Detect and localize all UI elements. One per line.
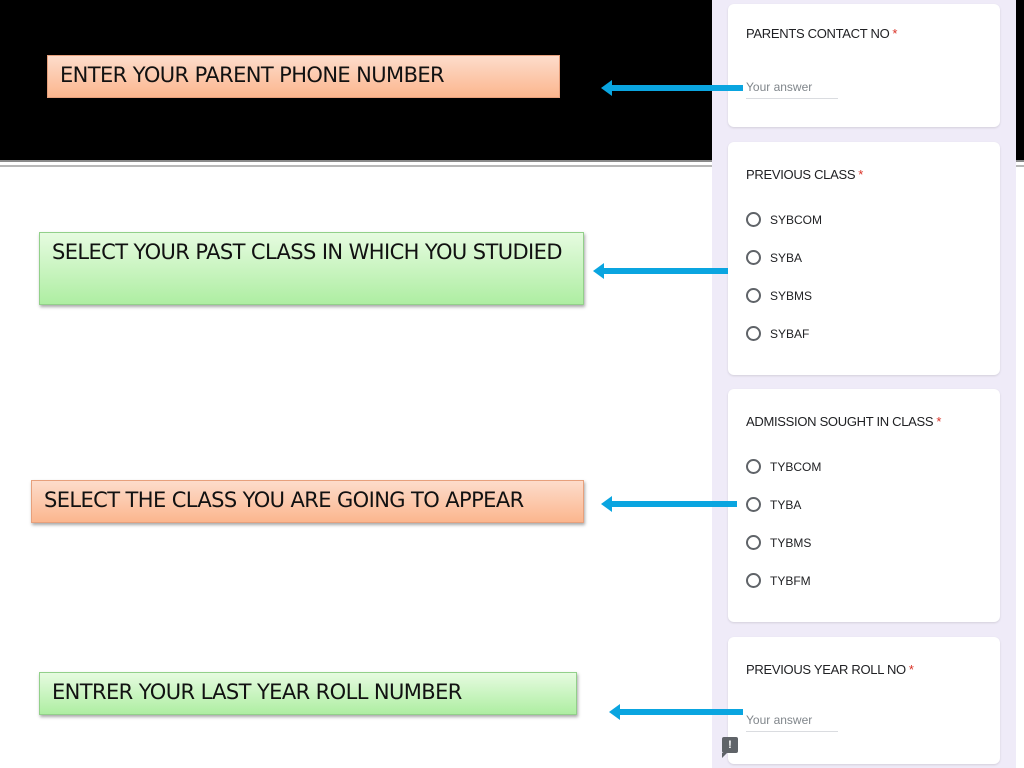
- radio-button[interactable]: [746, 326, 761, 341]
- form-panel: PARENTS CONTACT NO* PREVIOUS CLASS* SYBC…: [712, 0, 1016, 768]
- radio-button[interactable]: [746, 212, 761, 227]
- arrow-left-icon: [609, 704, 743, 720]
- question-card-parents-contact: PARENTS CONTACT NO *: [728, 4, 1000, 127]
- parents-contact-input[interactable]: [746, 80, 838, 99]
- arrow-left-icon: [601, 80, 743, 96]
- radio-button[interactable]: [746, 250, 761, 265]
- radio-button[interactable]: [746, 288, 761, 303]
- radio-button[interactable]: [746, 535, 761, 550]
- radio-option-sybaf[interactable]: SYBAF: [746, 326, 809, 341]
- radio-button[interactable]: [746, 573, 761, 588]
- callout-appear-class: SELECT THE CLASS YOU ARE GOING TO APPEAR: [31, 480, 584, 523]
- radio-option-sybcom[interactable]: SYBCOM: [746, 212, 822, 227]
- roll-no-input[interactable]: [746, 713, 838, 732]
- radio-option-syba[interactable]: SYBA: [746, 250, 802, 265]
- radio-button[interactable]: [746, 459, 761, 474]
- radio-option-tybfm[interactable]: TYBFM: [746, 573, 811, 588]
- required-asterisk: *: [908, 662, 914, 677]
- arrow-left-icon: [593, 263, 728, 279]
- question-card-admission-class: ADMISSION SOUGHT IN CLASS * TYBCOM TYBA T…: [728, 389, 1000, 622]
- radio-option-sybms[interactable]: SYBMS: [746, 288, 812, 303]
- question-card-previous-class: PREVIOUS CLASS * SYBCOM SYBA SYBMS SYBAF: [728, 142, 1000, 375]
- radio-option-tyba[interactable]: TYBA: [746, 497, 801, 512]
- radio-button[interactable]: [746, 497, 761, 512]
- callout-past-class: SELECT YOUR PAST CLASS IN WHICH YOU STUD…: [39, 232, 584, 305]
- callout-parent-phone: ENTER YOUR PARENT PHONE NUMBER: [47, 55, 560, 98]
- radio-option-tybms[interactable]: TYBMS: [746, 535, 811, 550]
- callout-roll-number: ENTRER YOUR LAST YEAR ROLL NUMBER: [39, 672, 577, 715]
- arrow-left-icon: [601, 496, 737, 512]
- question-title: PREVIOUS YEAR ROLL NO *: [746, 662, 914, 677]
- radio-option-tybcom[interactable]: TYBCOM: [746, 459, 821, 474]
- required-asterisk: *: [936, 414, 942, 429]
- question-title: PREVIOUS CLASS *: [746, 167, 863, 182]
- required-asterisk: *: [892, 26, 898, 41]
- question-title: ADMISSION SOUGHT IN CLASS *: [746, 414, 942, 429]
- report-feedback-icon[interactable]: !: [722, 737, 738, 758]
- required-asterisk: *: [858, 167, 863, 182]
- question-title: PARENTS CONTACT NO *: [746, 26, 898, 41]
- question-card-roll-no: PREVIOUS YEAR ROLL NO *: [728, 637, 1000, 764]
